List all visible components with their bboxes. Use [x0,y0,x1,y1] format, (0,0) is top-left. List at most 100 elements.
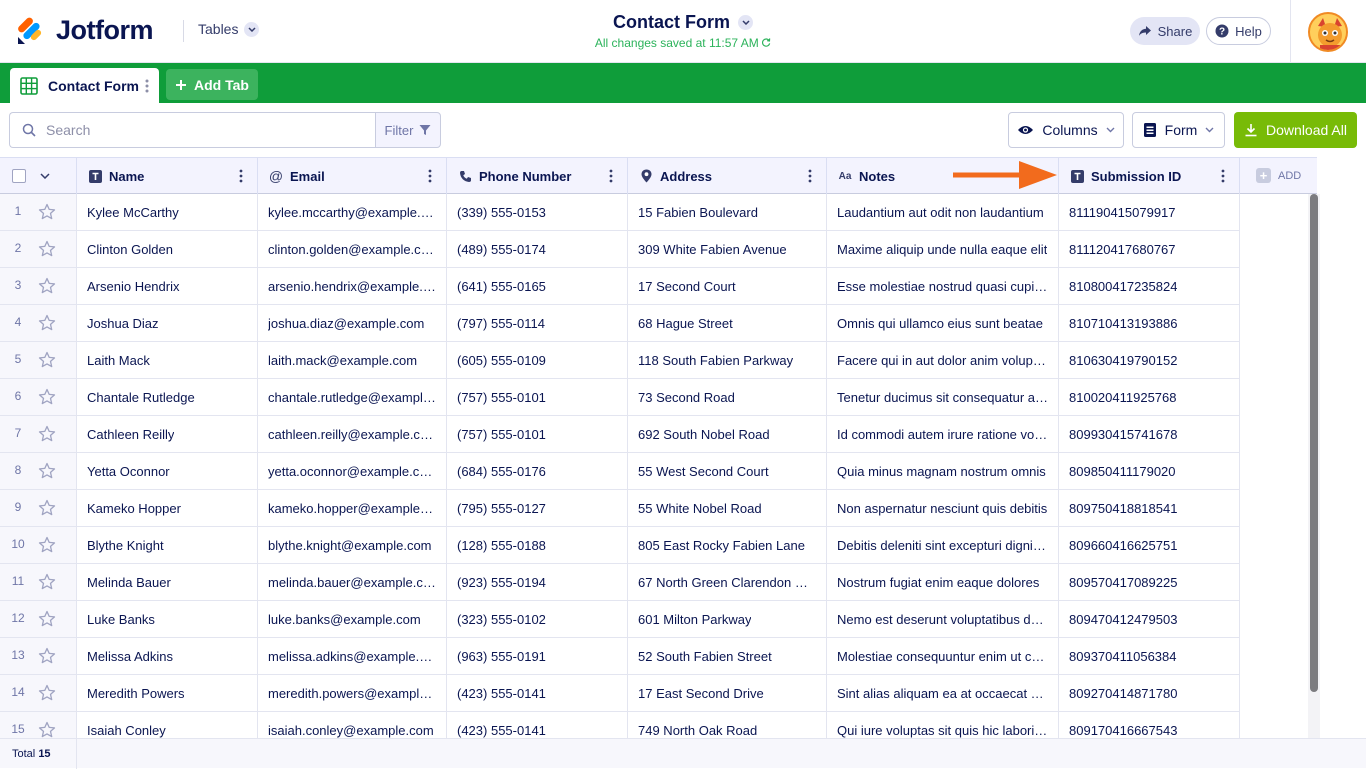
cell-email[interactable]: clinton.golden@example.com [258,231,447,267]
kebab-menu-icon[interactable] [1221,169,1225,183]
table-row[interactable]: 10 Blythe Knight blythe.knight@example.com… [0,527,1240,564]
download-all-button[interactable]: Download All [1234,112,1357,148]
cell-phone[interactable]: (128) 555-0188 [447,527,628,563]
column-header-submission-id[interactable]: Submission ID [1059,158,1240,194]
cell-submission-id[interactable]: 809270414871780 [1059,675,1240,711]
form-title[interactable]: Contact Form [613,12,753,33]
cell-address[interactable]: 15 Fabien Boulevard [628,194,827,230]
column-header-phone[interactable]: Phone Number [447,158,628,194]
cell-phone[interactable]: (489) 555-0174 [447,231,628,267]
column-header-address[interactable]: Address [628,158,827,194]
cell-address[interactable]: 73 Second Road [628,379,827,415]
star-icon[interactable] [38,203,56,226]
cell-email[interactable]: cathleen.reilly@example.com [258,416,447,452]
table-row[interactable]: 1 Kylee McCarthy kylee.mccarthy@example.co… [0,194,1240,231]
cell-notes[interactable]: Esse molestiae nostrud quasi cupiditate [827,268,1059,304]
add-column-button[interactable]: + ADD [1240,157,1317,194]
table-row[interactable]: 4 Joshua Diaz joshua.diaz@example.com (797)… [0,305,1240,342]
cell-submission-id[interactable]: 809850411179020 [1059,453,1240,489]
cell-notes[interactable]: Tenetur ducimus sit consequatur aliquip [827,379,1059,415]
cell-address[interactable]: 805 East Rocky Fabien Lane [628,527,827,563]
cell-name[interactable]: Clinton Golden [77,231,258,267]
cell-submission-id[interactable]: 809470412479503 [1059,601,1240,637]
cell-name[interactable]: Blythe Knight [77,527,258,563]
kebab-menu-icon[interactable] [808,169,812,183]
cell-address[interactable]: 17 Second Court [628,268,827,304]
star-icon[interactable] [38,277,56,300]
cell-name[interactable]: Isaiah Conley [77,712,258,738]
table-row[interactable]: 8 Yetta Oconnor yetta.oconnor@example.com (… [0,453,1240,490]
cell-name[interactable]: Kameko Hopper [77,490,258,526]
cell-phone[interactable]: (923) 555-0194 [447,564,628,600]
cell-submission-id[interactable]: 811190415079917 [1059,194,1240,230]
cell-submission-id[interactable]: 811120417680767 [1059,231,1240,267]
cell-email[interactable]: yetta.oconnor@example.com [258,453,447,489]
cell-phone[interactable]: (963) 555-0191 [447,638,628,674]
cell-name[interactable]: Kylee McCarthy [77,194,258,230]
cell-phone[interactable]: (757) 555-0101 [447,379,628,415]
cell-email[interactable]: blythe.knight@example.com [258,527,447,563]
cell-phone[interactable]: (797) 555-0114 [447,305,628,341]
star-icon[interactable] [38,425,56,448]
cell-notes[interactable]: Nemo est deserunt voluptatibus deleniti [827,601,1059,637]
cell-address[interactable]: 749 North Oak Road [628,712,827,738]
table-row[interactable]: 7 Cathleen Reilly cathleen.reilly@example.… [0,416,1240,453]
star-icon[interactable] [38,462,56,485]
cell-phone[interactable]: (339) 555-0153 [447,194,628,230]
cell-phone[interactable]: (423) 555-0141 [447,675,628,711]
cell-address[interactable]: 692 South Nobel Road [628,416,827,452]
cell-notes[interactable]: Sint alias aliquam ea at occaecat non [827,675,1059,711]
cell-name[interactable]: Laith Mack [77,342,258,378]
tables-dropdown[interactable]: Tables [198,21,260,37]
filter-button[interactable]: Filter [375,112,441,148]
cell-name[interactable]: Yetta Oconnor [77,453,258,489]
cell-submission-id[interactable]: 810630419790152 [1059,342,1240,378]
columns-button[interactable]: Columns [1008,112,1124,148]
cell-address[interactable]: 67 North Green Clarendon Extension [628,564,827,600]
table-row[interactable]: 11 Melinda Bauer melinda.bauer@example.com… [0,564,1240,601]
cell-submission-id[interactable]: 809660416625751 [1059,527,1240,563]
cell-name[interactable]: Arsenio Hendrix [77,268,258,304]
cell-email[interactable]: joshua.diaz@example.com [258,305,447,341]
cell-submission-id[interactable]: 809930415741678 [1059,416,1240,452]
cell-email[interactable]: meredith.powers@example.com [258,675,447,711]
cell-notes[interactable]: Quia minus magnam nostrum omnis [827,453,1059,489]
cell-name[interactable]: Melinda Bauer [77,564,258,600]
cell-address[interactable]: 309 White Fabien Avenue [628,231,827,267]
cell-email[interactable]: isaiah.conley@example.com [258,712,447,738]
cell-submission-id[interactable]: 809370411056384 [1059,638,1240,674]
table-row[interactable]: 15 Isaiah Conley isaiah.conley@example.com… [0,712,1240,738]
table-row[interactable]: 13 Melissa Adkins melissa.adkins@example.c… [0,638,1240,675]
user-avatar[interactable] [1308,12,1348,52]
share-button[interactable]: Share [1130,17,1200,45]
column-header-name[interactable]: Name [77,158,258,194]
cell-notes[interactable]: Non aspernatur nesciunt quis debitis [827,490,1059,526]
select-all-checkbox[interactable] [12,169,26,183]
table-row[interactable]: 3 Arsenio Hendrix arsenio.hendrix@example.… [0,268,1240,305]
cell-phone[interactable]: (684) 555-0176 [447,453,628,489]
cell-address[interactable]: 17 East Second Drive [628,675,827,711]
cell-address[interactable]: 55 West Second Court [628,453,827,489]
cell-submission-id[interactable]: 810800417235824 [1059,268,1240,304]
cell-notes[interactable]: Qui iure voluptas sit quis hic laboriosa… [827,712,1059,738]
table-row[interactable]: 5 Laith Mack laith.mack@example.com (605) 5… [0,342,1240,379]
cell-notes[interactable]: Omnis qui ullamco eius sunt beatae [827,305,1059,341]
kebab-menu-icon[interactable] [428,169,432,183]
star-icon[interactable] [38,351,56,374]
cell-email[interactable]: melinda.bauer@example.com [258,564,447,600]
jotform-logo[interactable]: Jotform [16,13,154,47]
form-button[interactable]: Form [1132,112,1225,148]
star-icon[interactable] [38,721,56,738]
cell-notes[interactable]: Laudantium aut odit non laudantium [827,194,1059,230]
cell-submission-id[interactable]: 809170416667543 [1059,712,1240,738]
star-icon[interactable] [38,240,56,263]
cell-notes[interactable]: Molestiae consequuntur enim ut culpa [827,638,1059,674]
cell-phone[interactable]: (423) 555-0141 [447,712,628,738]
cell-email[interactable]: kylee.mccarthy@example.com [258,194,447,230]
chevron-down-icon[interactable] [40,173,50,179]
star-icon[interactable] [38,647,56,670]
table-row[interactable]: 2 Clinton Golden clinton.golden@example.co… [0,231,1240,268]
kebab-menu-icon[interactable] [609,169,613,183]
star-icon[interactable] [38,684,56,707]
kebab-menu-icon[interactable] [239,169,243,183]
